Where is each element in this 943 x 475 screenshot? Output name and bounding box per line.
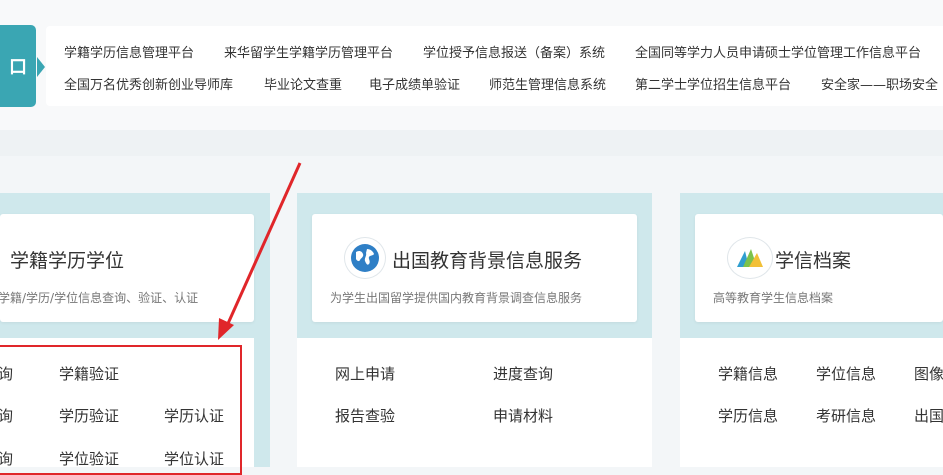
chevron-right-icon (37, 57, 45, 77)
link-degree-report-system[interactable]: 学位授予信息报送（备案）系统 (423, 42, 605, 61)
card-archive-items: 学籍信息 学位信息 图像 学历信息 考研信息 出国 (680, 338, 943, 467)
archive-icon (728, 238, 772, 278)
item-enrollment-info[interactable]: 学籍信息 (718, 363, 778, 384)
link-career-safety[interactable]: 安全家——职场安全 (821, 74, 938, 93)
top-tab[interactable]: 口 (0, 25, 36, 107)
link-second-degree-platform[interactable]: 第二学士学位招生信息平台 (635, 74, 791, 93)
card-overseas-background[interactable]: 出国教育背景信息服务 为学生出国留学提供国内教育背景调查信息服务 (312, 214, 637, 322)
link-normal-student-system[interactable]: 师范生管理信息系统 (489, 74, 606, 93)
globe-icon (345, 238, 385, 278)
item-progress-query[interactable]: 进度查询 (493, 363, 553, 384)
item-overseas-info[interactable]: 出国 (914, 405, 943, 426)
item-report-check[interactable]: 报告查验 (335, 405, 395, 426)
platform-links-panel: 学籍学历信息管理平台 来华留学生学籍学历管理平台 学位授予信息报送（备案）系统 … (46, 26, 943, 106)
item-application-materials[interactable]: 申请材料 (493, 405, 553, 426)
highlight-box (0, 345, 242, 475)
link-equivalent-degree-platform[interactable]: 全国同等学力人员申请硕士学位管理工作信息平台 (635, 42, 921, 61)
card-subtitle: 为学生出国留学提供国内教育背景调查信息服务 (330, 291, 583, 305)
item-degree-info[interactable]: 学位信息 (816, 363, 876, 384)
link-thesis-check[interactable]: 毕业论文查重 (264, 74, 342, 93)
card-subtitle: 学籍/学历/学位信息查询、验证、认证 (0, 291, 199, 305)
item-postgrad-exam-info[interactable]: 考研信息 (816, 405, 876, 426)
card-subtitle: 高等教育学生信息档案 (713, 291, 834, 305)
item-online-apply[interactable]: 网上申请 (335, 363, 395, 384)
card-student-archive[interactable]: 学信档案 高等教育学生信息档案 (695, 214, 943, 322)
top-tab-label: 口 (9, 57, 27, 78)
card-student-record[interactable]: 学籍学历学位 学籍/学历/学位信息查询、验证、认证 (0, 214, 254, 322)
card-overseas-items: 网上申请 进度查询 报告查验 申请材料 (297, 338, 652, 467)
top-navigation: 口 学籍学历信息管理平台 来华留学生学籍学历管理平台 学位授予信息报送（备案）系… (0, 0, 943, 130)
link-transcript-verify[interactable]: 电子成绩单验证 (369, 74, 460, 93)
card-title: 学信档案 (775, 250, 852, 272)
link-foreign-student-platform[interactable]: 来华留学生学籍学历管理平台 (224, 42, 393, 61)
card-title: 学籍学历学位 (10, 250, 125, 272)
item-diploma-info[interactable]: 学历信息 (718, 405, 778, 426)
card-title: 出国教育背景信息服务 (392, 250, 583, 272)
item-image-info[interactable]: 图像 (914, 363, 943, 384)
link-student-record-platform[interactable]: 学籍学历信息管理平台 (64, 42, 194, 61)
link-mentor-database[interactable]: 全国万名优秀创新创业导师库 (64, 74, 233, 93)
section-divider (0, 130, 943, 156)
